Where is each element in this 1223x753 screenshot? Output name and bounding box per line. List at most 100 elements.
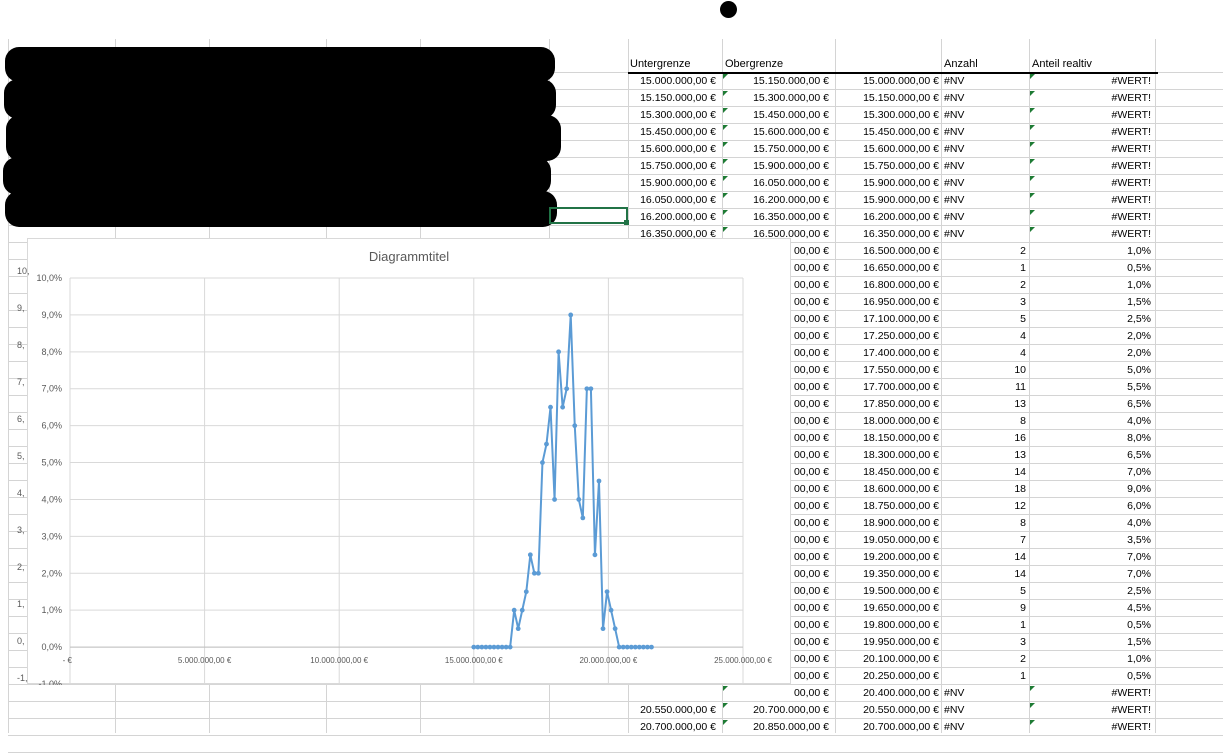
cell-count[interactable]: 14 <box>941 549 1026 566</box>
cell-count[interactable]: #NV <box>944 702 1029 719</box>
cell-share[interactable]: 5,0% <box>1029 362 1151 379</box>
cell-share[interactable]: 5,5% <box>1029 379 1151 396</box>
cell-bin[interactable]: 20.250.000,00 € <box>835 668 939 685</box>
cell-share[interactable]: 2,5% <box>1029 583 1151 600</box>
cell-share[interactable]: 1,5% <box>1029 294 1151 311</box>
cell-bin[interactable]: 18.000.000,00 € <box>835 413 939 430</box>
cell-count[interactable]: #NV <box>944 73 1029 90</box>
cell-upper[interactable]: 15.750.000,00 € <box>722 141 829 158</box>
cell-share[interactable]: 0,5% <box>1029 260 1151 277</box>
cell-bin[interactable]: 15.900.000,00 € <box>835 192 939 209</box>
chart-object[interactable]: Diagrammtitel -1,0% 0,0% 1,0% 2,0% 3,0% 4,0% 5… <box>27 238 791 685</box>
cell-share[interactable]: #WERT! <box>1029 209 1151 226</box>
cell-bin[interactable]: 16.650.000,00 € <box>835 260 939 277</box>
cell-count[interactable]: #NV <box>944 685 1029 702</box>
cell-bin[interactable]: 16.350.000,00 € <box>835 226 939 243</box>
cell-bin[interactable]: 19.350.000,00 € <box>835 566 939 583</box>
cell-upper[interactable]: 15.900.000,00 € <box>722 158 829 175</box>
cell-share[interactable]: #WERT! <box>1029 107 1151 124</box>
cell-bin[interactable]: 18.900.000,00 € <box>835 515 939 532</box>
cell-lower[interactable]: 16.200.000,00 € <box>628 209 716 226</box>
cell-count[interactable]: 16 <box>941 430 1026 447</box>
cell-count[interactable]: #NV <box>944 90 1029 107</box>
cell-count[interactable]: 5 <box>941 583 1026 600</box>
cell-share[interactable]: #WERT! <box>1029 685 1151 702</box>
cell-bin[interactable]: 19.800.000,00 € <box>835 617 939 634</box>
cell-lower[interactable]: 15.000.000,00 € <box>628 73 716 90</box>
cell-bin[interactable]: 15.300.000,00 € <box>835 107 939 124</box>
cell-share[interactable]: 4,0% <box>1029 515 1151 532</box>
cell-count[interactable]: 9 <box>941 600 1026 617</box>
cell-bin[interactable]: 19.050.000,00 € <box>835 532 939 549</box>
selected-cell[interactable] <box>549 207 628 224</box>
cell-upper[interactable]: 15.150.000,00 € <box>722 73 829 90</box>
cell-bin[interactable]: 20.550.000,00 € <box>835 702 939 719</box>
cell-share[interactable]: 0,5% <box>1029 668 1151 685</box>
cell-count[interactable]: #NV <box>944 226 1029 243</box>
cell-lower[interactable]: 15.150.000,00 € <box>628 90 716 107</box>
cell-bin[interactable]: 18.600.000,00 € <box>835 481 939 498</box>
cell-bin[interactable]: 20.700.000,00 € <box>835 719 939 736</box>
cell-share[interactable]: #WERT! <box>1029 141 1151 158</box>
cell-lower[interactable]: 15.300.000,00 € <box>628 107 716 124</box>
cell-share[interactable]: #WERT! <box>1029 175 1151 192</box>
cell-bin[interactable]: 15.000.000,00 € <box>835 73 939 90</box>
cell-bin[interactable]: 17.700.000,00 € <box>835 379 939 396</box>
cell-lower[interactable]: 15.600.000,00 € <box>628 141 716 158</box>
cell-count[interactable]: #NV <box>944 192 1029 209</box>
cell-bin[interactable]: 16.500.000,00 € <box>835 243 939 260</box>
cell-bin[interactable]: 17.850.000,00 € <box>835 396 939 413</box>
cell-upper[interactable]: 00,00 € <box>722 685 829 702</box>
cell-share[interactable]: #WERT! <box>1029 90 1151 107</box>
cell-lower[interactable]: 15.750.000,00 € <box>628 158 716 175</box>
cell-bin[interactable]: 17.550.000,00 € <box>835 362 939 379</box>
cell-count[interactable]: #NV <box>944 107 1029 124</box>
cell-bin[interactable]: 18.300.000,00 € <box>835 447 939 464</box>
cell-count[interactable]: 3 <box>941 634 1026 651</box>
cell-bin[interactable]: 18.750.000,00 € <box>835 498 939 515</box>
cell-count[interactable]: 14 <box>941 464 1026 481</box>
cell-share[interactable]: 9,0% <box>1029 481 1151 498</box>
cell-bin[interactable]: 17.250.000,00 € <box>835 328 939 345</box>
cell-lower[interactable]: 20.550.000,00 € <box>628 702 716 719</box>
cell-count[interactable]: 11 <box>941 379 1026 396</box>
cell-bin[interactable]: 16.200.000,00 € <box>835 209 939 226</box>
cell-count[interactable]: 2 <box>941 243 1026 260</box>
cell-share[interactable]: 1,0% <box>1029 243 1151 260</box>
cell-share[interactable]: 3,5% <box>1029 532 1151 549</box>
cell-count[interactable]: 2 <box>941 277 1026 294</box>
cell-lower[interactable]: 16.050.000,00 € <box>628 192 716 209</box>
cell-share[interactable]: #WERT! <box>1029 192 1151 209</box>
cell-count[interactable]: 1 <box>941 617 1026 634</box>
cell-share[interactable]: 6,0% <box>1029 498 1151 515</box>
cell-share[interactable]: #WERT! <box>1029 702 1151 719</box>
cell-share[interactable]: 2,0% <box>1029 328 1151 345</box>
cell-count[interactable]: 1 <box>941 668 1026 685</box>
cell-bin[interactable]: 20.400.000,00 € <box>835 685 939 702</box>
cell-count[interactable]: 12 <box>941 498 1026 515</box>
cell-lower[interactable]: 20.700.000,00 € <box>628 719 716 736</box>
cell-share[interactable]: 4,0% <box>1029 413 1151 430</box>
cell-count[interactable]: 8 <box>941 515 1026 532</box>
cell-bin[interactable]: 19.950.000,00 € <box>835 634 939 651</box>
cell-bin[interactable]: 16.950.000,00 € <box>835 294 939 311</box>
cell-share[interactable]: 2,5% <box>1029 311 1151 328</box>
cell-bin[interactable]: 18.150.000,00 € <box>835 430 939 447</box>
cell-bin[interactable]: 15.900.000,00 € <box>835 175 939 192</box>
cell-bin[interactable]: 19.500.000,00 € <box>835 583 939 600</box>
cell-bin[interactable]: 15.450.000,00 € <box>835 124 939 141</box>
cell-count[interactable]: 2 <box>941 651 1026 668</box>
cell-upper[interactable]: 20.700.000,00 € <box>722 702 829 719</box>
cell-count[interactable]: 10 <box>941 362 1026 379</box>
cell-count[interactable]: 3 <box>941 294 1026 311</box>
cell-count[interactable]: 7 <box>941 532 1026 549</box>
cell-bin[interactable]: 18.450.000,00 € <box>835 464 939 481</box>
cell-count[interactable]: 13 <box>941 396 1026 413</box>
cell-bin[interactable]: 15.150.000,00 € <box>835 90 939 107</box>
cell-count[interactable]: #NV <box>944 124 1029 141</box>
cell-share[interactable]: 1,0% <box>1029 277 1151 294</box>
cell-upper[interactable]: 15.600.000,00 € <box>722 124 829 141</box>
cell-bin[interactable]: 17.100.000,00 € <box>835 311 939 328</box>
cell-bin[interactable]: 15.750.000,00 € <box>835 158 939 175</box>
cell-share[interactable]: 1,5% <box>1029 634 1151 651</box>
